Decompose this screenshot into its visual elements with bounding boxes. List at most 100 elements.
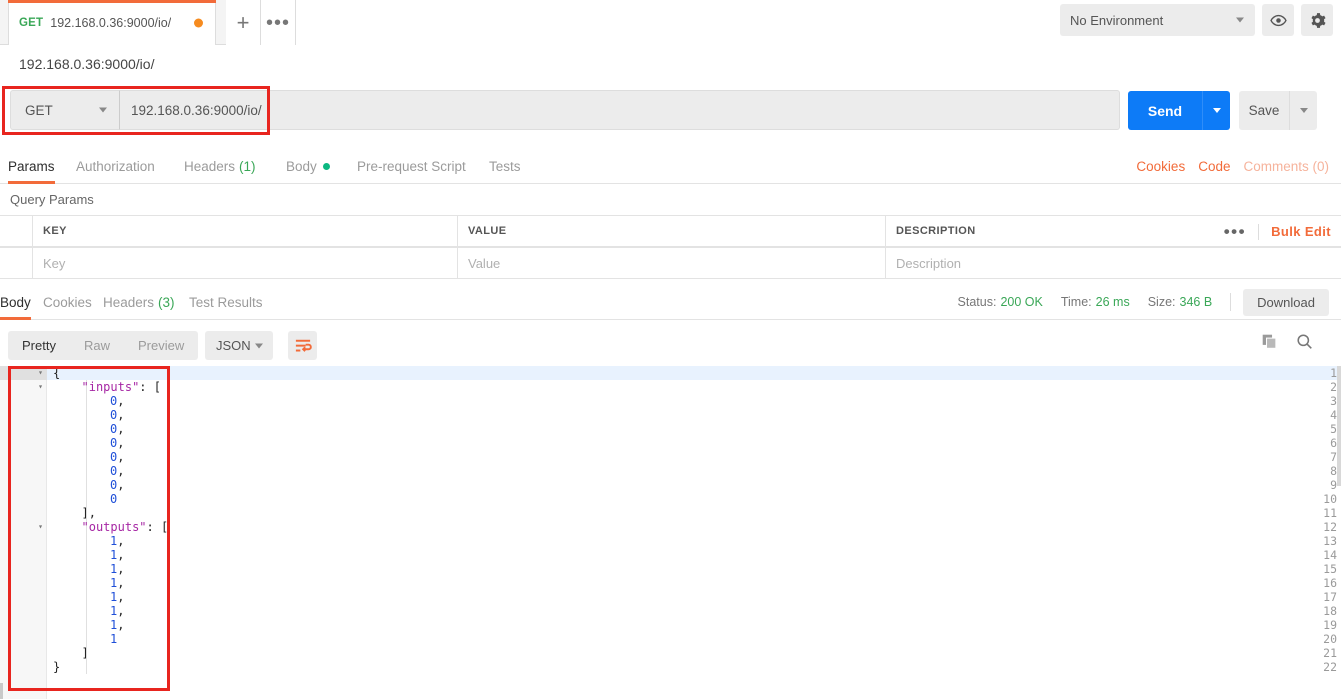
download-button[interactable]: Download [1243, 289, 1329, 316]
size-label: Size: [1148, 295, 1176, 309]
description-input[interactable]: Description [886, 248, 1341, 278]
http-method-label: GET [25, 103, 53, 118]
response-tab-body[interactable]: Body [0, 284, 31, 320]
tab-pre-request-script[interactable]: Pre-request Script [357, 148, 466, 184]
description-placeholder: Description [896, 256, 961, 271]
view-raw[interactable]: Raw [70, 331, 124, 360]
line-number: 10 [1294, 492, 1337, 506]
time-value: 26 ms [1096, 295, 1130, 309]
code-line: ] [47, 646, 89, 660]
settings-button[interactable] [1301, 4, 1333, 36]
key-input[interactable]: Key [33, 248, 458, 278]
tab-method-label: GET [19, 17, 43, 29]
code-token-punc: , [117, 394, 124, 408]
comments-link[interactable]: Comments (0) [1243, 159, 1329, 174]
select-all-cell [0, 216, 33, 246]
save-button[interactable]: Save [1239, 91, 1289, 130]
query-params-title: Query Params [0, 184, 1341, 215]
code-line: } [47, 660, 60, 674]
http-method-selector[interactable]: GET [10, 90, 120, 130]
code-link[interactable]: Code [1198, 159, 1230, 174]
response-format-toolbar: Pretty Raw Preview JSON [0, 325, 1341, 366]
code-token-key: "outputs" [82, 520, 147, 534]
tab-headers[interactable]: Headers (1) [184, 148, 256, 184]
environment-controls: No Environment [1060, 4, 1333, 36]
environment-quick-look-button[interactable] [1262, 4, 1294, 36]
language-selector[interactable]: JSON [205, 331, 273, 360]
table-more-options-button[interactable]: ••• [1224, 229, 1246, 235]
code-token-punc: , [117, 604, 124, 618]
chevron-down-icon [1213, 108, 1221, 113]
tab-tests[interactable]: Tests [489, 148, 521, 184]
fold-toggle-icon[interactable]: ▾ [36, 520, 45, 534]
header-description-cell: DESCRIPTION ••• Bulk Edit [886, 216, 1341, 246]
fold-toggle-icon[interactable]: ▾ [36, 366, 45, 380]
save-options-button[interactable] [1289, 91, 1317, 130]
url-input[interactable]: 192.168.0.36:9000/io/ [120, 90, 1120, 130]
horizontal-scrollbar[interactable] [0, 683, 3, 699]
line-number: 22 [1294, 660, 1337, 674]
code-line: ], [47, 506, 96, 520]
time-label: Time: [1061, 295, 1092, 309]
line-number: 11 [1294, 506, 1337, 520]
tab-label: Body [286, 159, 317, 174]
value-input[interactable]: Value [458, 248, 886, 278]
fold-toggle-icon[interactable]: ▾ [36, 380, 45, 394]
send-button[interactable]: Send [1128, 91, 1202, 130]
tab-url-label: 192.168.0.36:9000/io/ [50, 16, 171, 30]
word-wrap-icon [294, 338, 312, 354]
search-icon[interactable] [1296, 333, 1313, 350]
response-tab-cookies[interactable]: Cookies [43, 284, 92, 320]
line-number: 6 [1294, 436, 1337, 450]
response-meta: Status:200 OK Time: 26 ms Size: 346 B Down… [940, 284, 1329, 320]
table-row[interactable]: Key Value Description [0, 247, 1341, 279]
chevron-down-icon [1300, 108, 1308, 113]
environment-selector[interactable]: No Environment [1060, 4, 1255, 36]
line-number: 17 [1294, 590, 1337, 604]
status-meta: Status:200 OK [958, 295, 1043, 309]
code-token-punc: , [117, 450, 124, 464]
response-body-viewer[interactable]: 1▾{2▾"inputs": [30,40,50,60,70,80,90,100… [0, 366, 1341, 699]
scrollbar-thumb[interactable] [1337, 366, 1341, 486]
header-description: DESCRIPTION [896, 225, 976, 237]
code-token-punc: , [117, 618, 124, 632]
row-checkbox-cell[interactable] [0, 248, 33, 278]
chevron-down-icon [99, 108, 107, 113]
tab-authorization[interactable]: Authorization [76, 148, 155, 184]
tab-bar: GET 192.168.0.36:9000/io/ + ••• No Envir… [0, 0, 1341, 45]
view-preview[interactable]: Preview [124, 331, 198, 360]
copy-icon[interactable] [1261, 333, 1278, 350]
tab-label: Body [0, 295, 31, 310]
time-meta: Time: 26 ms [1061, 295, 1130, 309]
query-params-table: KEY VALUE DESCRIPTION ••• Bulk Edit Key … [0, 215, 1341, 279]
line-number: 21 [1294, 646, 1337, 660]
request-tab[interactable]: GET 192.168.0.36:9000/io/ [8, 0, 216, 45]
tab-body[interactable]: Body [286, 148, 330, 184]
code-token-punc: : [ [147, 520, 169, 534]
size-value: 346 B [1180, 295, 1213, 309]
request-name: 192.168.0.36:9000/io/ [0, 45, 1341, 83]
view-pretty[interactable]: Pretty [8, 331, 70, 360]
word-wrap-button[interactable] [288, 331, 317, 360]
cookies-link[interactable]: Cookies [1136, 159, 1185, 174]
active-line-highlight [47, 366, 1341, 380]
header-key: KEY [33, 216, 458, 246]
code-token-punc: ], [82, 506, 96, 520]
key-placeholder: Key [43, 256, 65, 271]
new-tab-button[interactable]: + [226, 0, 261, 45]
code-token-punc: , [117, 562, 124, 576]
response-scrollbar[interactable] [1337, 366, 1341, 699]
size-meta: Size: 346 B [1148, 295, 1212, 309]
line-number: 9 [1294, 478, 1337, 492]
eye-icon [1270, 12, 1287, 29]
line-number: 1 [1294, 366, 1337, 380]
send-options-button[interactable] [1202, 91, 1230, 130]
code-line: 0, [47, 450, 124, 464]
code-token-punc: , [117, 478, 124, 492]
tab-params[interactable]: Params [8, 148, 55, 184]
response-tab-test-results[interactable]: Test Results [189, 284, 263, 320]
response-tab-headers[interactable]: Headers (3) [103, 284, 175, 320]
bulk-edit-link[interactable]: Bulk Edit [1271, 224, 1331, 239]
code-line: { [47, 366, 60, 380]
tab-options-button[interactable]: ••• [261, 0, 296, 45]
